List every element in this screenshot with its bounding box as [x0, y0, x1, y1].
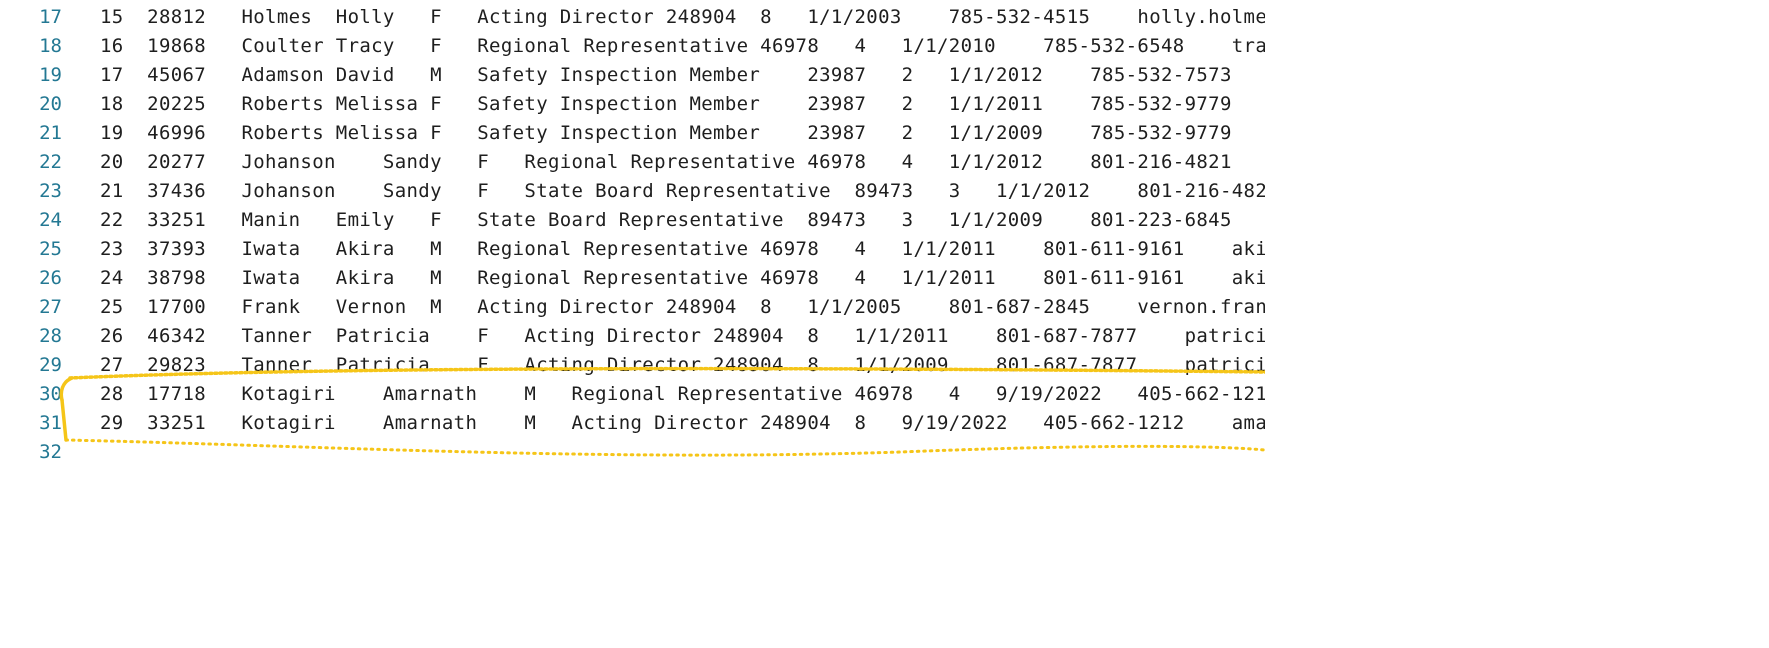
line-text[interactable]: 19 46996 Roberts Melissa F Safety Inspec…	[100, 122, 1232, 144]
editor-line[interactable]: 24 22 33251 Manin Emily F State Board Re…	[0, 205, 1265, 234]
line-text[interactable]: 24 38798 Iwata Akira M Regional Represen…	[100, 267, 1265, 289]
line-text[interactable]: 20 20277 Johanson Sandy F Regional Repre…	[100, 151, 1232, 173]
editor-line[interactable]: 19 17 45067 Adamson David M Safety Inspe…	[0, 60, 1265, 89]
line-number: 28	[39, 325, 62, 347]
editor-line[interactable]: 27 25 17700 Frank Vernon M Acting Direct…	[0, 292, 1265, 321]
line-text[interactable]: 18 20225 Roberts Melissa F Safety Inspec…	[100, 93, 1232, 115]
editor-line[interactable]: 32	[0, 437, 1265, 466]
line-number: 19	[39, 64, 62, 86]
line-number: 22	[39, 151, 62, 173]
line-text[interactable]: 27 29823 Tanner Patricia F Acting Direct…	[100, 354, 1265, 376]
line-text[interactable]: 23 37393 Iwata Akira M Regional Represen…	[100, 238, 1265, 260]
editor-line[interactable]: 28 26 46342 Tanner Patricia F Acting Dir…	[0, 321, 1265, 350]
editor-line[interactable]: 30 28 17718 Kotagiri Amarnath M Regional…	[0, 379, 1265, 408]
line-text[interactable]: 22 33251 Manin Emily F State Board Repre…	[100, 209, 1232, 231]
line-number: 21	[39, 122, 62, 144]
editor-line[interactable]: 31 29 33251 Kotagiri Amarnath M Acting D…	[0, 408, 1265, 437]
editor-line[interactable]: 17 15 28812 Holmes Holly F Acting Direct…	[0, 2, 1265, 31]
line-text[interactable]: 17 45067 Adamson David M Safety Inspecti…	[100, 64, 1232, 86]
line-number: 24	[39, 209, 62, 231]
line-text[interactable]: 21 37436 Johanson Sandy F State Board Re…	[100, 180, 1265, 202]
editor-line[interactable]: 20 18 20225 Roberts Melissa F Safety Ins…	[0, 89, 1265, 118]
line-number: 17	[39, 6, 62, 28]
line-text[interactable]: 26 46342 Tanner Patricia F Acting Direct…	[100, 325, 1265, 347]
editor-line[interactable]: 29 27 29823 Tanner Patricia F Acting Dir…	[0, 350, 1265, 379]
editor-line[interactable]: 18 16 19868 Coulter Tracy F Regional Rep…	[0, 31, 1265, 60]
line-text[interactable]: 29 33251 Kotagiri Amarnath M Acting Dire…	[100, 412, 1265, 434]
line-number: 29	[39, 354, 62, 376]
line-number: 31	[39, 412, 62, 434]
line-text[interactable]: 16 19868 Coulter Tracy F Regional Repres…	[100, 35, 1265, 57]
editor-line[interactable]: 22 20 20277 Johanson Sandy F Regional Re…	[0, 147, 1265, 176]
line-number: 26	[39, 267, 62, 289]
line-number: 32	[39, 441, 62, 463]
line-number: 18	[39, 35, 62, 57]
editor-line[interactable]: 26 24 38798 Iwata Akira M Regional Repre…	[0, 263, 1265, 292]
line-number: 23	[39, 180, 62, 202]
editor-line[interactable]: 23 21 37436 Johanson Sandy F State Board…	[0, 176, 1265, 205]
text-editor[interactable]: 17 15 28812 Holmes Holly F Acting Direct…	[0, 0, 1265, 470]
editor-line[interactable]: 21 19 46996 Roberts Melissa F Safety Ins…	[0, 118, 1265, 147]
line-text[interactable]: 25 17700 Frank Vernon M Acting Director …	[100, 296, 1265, 318]
line-number: 30	[39, 383, 62, 405]
line-text[interactable]: 15 28812 Holmes Holly F Acting Director …	[100, 6, 1265, 28]
line-text[interactable]: 28 17718 Kotagiri Amarnath M Regional Re…	[100, 383, 1265, 405]
line-number: 20	[39, 93, 62, 115]
editor-line[interactable]: 25 23 37393 Iwata Akira M Regional Repre…	[0, 234, 1265, 263]
line-number: 27	[39, 296, 62, 318]
line-number: 25	[39, 238, 62, 260]
